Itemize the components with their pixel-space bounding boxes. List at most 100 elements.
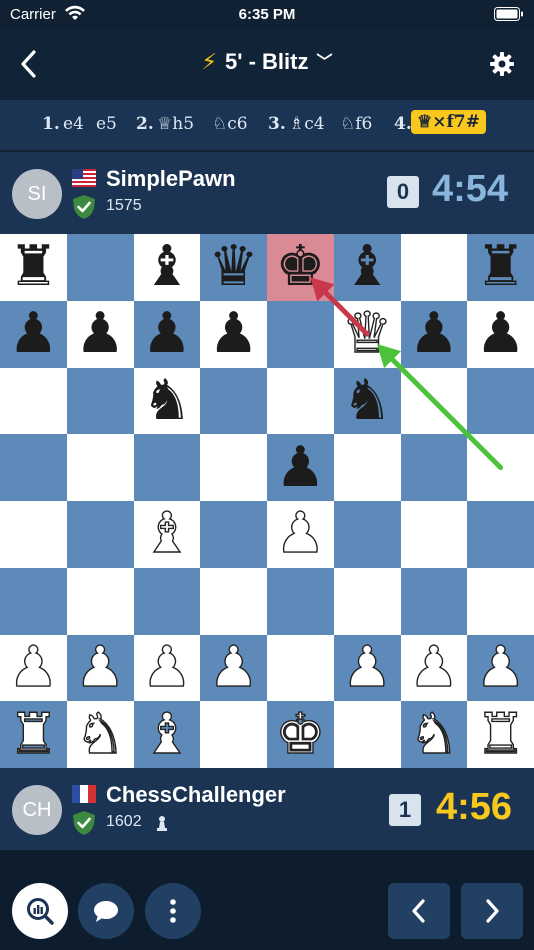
square-h7[interactable]: ♟ (467, 300, 534, 368)
white-rook-icon[interactable]: ♜ (8, 705, 60, 762)
square-b3[interactable] (66, 567, 134, 635)
square-h6[interactable] (467, 367, 534, 435)
black-rook-icon[interactable]: ♜ (476, 239, 526, 295)
square-h3[interactable] (467, 567, 534, 635)
square-c7[interactable]: ♟ (133, 300, 201, 368)
white-pawn-icon[interactable]: ♟ (275, 505, 327, 562)
move-item[interactable]: ♗c4 (289, 114, 325, 134)
square-e1[interactable]: ♚ (267, 701, 334, 768)
square-e6[interactable] (267, 367, 334, 435)
square-d7[interactable]: ♟ (200, 300, 267, 368)
black-knight-icon[interactable]: ♞ (142, 372, 192, 429)
square-a5[interactable] (0, 434, 67, 501)
white-pawn-icon[interactable]: ♟ (475, 639, 527, 696)
move-item[interactable]: ♕h5 (157, 114, 194, 134)
square-h4[interactable] (467, 501, 534, 568)
move-item[interactable]: e5 (96, 114, 117, 134)
square-g3[interactable] (400, 567, 468, 635)
square-g1[interactable]: ♞ (400, 701, 468, 768)
square-f5[interactable] (333, 434, 401, 501)
square-g2[interactable]: ♟ (400, 634, 468, 702)
square-b2[interactable]: ♟ (66, 634, 134, 702)
current-move[interactable]: ♕×f7# (411, 110, 486, 134)
white-pawn-icon[interactable]: ♟ (208, 639, 260, 696)
previous-move-button[interactable] (388, 883, 450, 939)
avatar[interactable]: SI (12, 169, 62, 219)
white-pawn-icon[interactable]: ♟ (74, 639, 126, 696)
square-h1[interactable]: ♜ (467, 701, 534, 768)
black-pawn-icon[interactable]: ♟ (409, 306, 459, 362)
square-f1[interactable] (333, 701, 401, 768)
white-bishop-icon[interactable]: ♝ (141, 705, 193, 762)
square-g5[interactable] (400, 434, 468, 501)
black-pawn-icon[interactable]: ♟ (209, 306, 259, 362)
move-item[interactable]: ♘f6 (340, 114, 372, 134)
square-b6[interactable] (66, 367, 134, 435)
white-rook-icon[interactable]: ♜ (475, 705, 527, 762)
square-a6[interactable] (0, 367, 67, 435)
more-button[interactable] (145, 883, 201, 939)
avatar[interactable]: CH (12, 785, 62, 835)
square-f3[interactable] (333, 567, 401, 635)
gear-icon[interactable] (488, 50, 516, 78)
next-move-button[interactable] (461, 883, 523, 939)
square-g7[interactable]: ♟ (400, 300, 468, 368)
square-g8[interactable] (400, 234, 468, 301)
square-b1[interactable]: ♞ (66, 701, 134, 768)
black-pawn-icon[interactable]: ♟ (8, 306, 58, 362)
square-h2[interactable]: ♟ (467, 634, 534, 702)
square-b8[interactable] (66, 234, 134, 301)
square-f2[interactable]: ♟ (333, 634, 401, 702)
black-pawn-icon[interactable]: ♟ (142, 306, 192, 362)
square-f7[interactable]: ♛ (333, 300, 401, 368)
black-rook-icon[interactable]: ♜ (8, 239, 58, 295)
square-a4[interactable] (0, 501, 67, 568)
square-e3[interactable] (267, 567, 334, 635)
square-e4[interactable]: ♟ (267, 501, 334, 568)
black-pawn-icon[interactable]: ♟ (75, 306, 125, 362)
square-c4[interactable]: ♝ (133, 501, 201, 568)
square-f6[interactable]: ♞ (333, 367, 401, 435)
square-c3[interactable] (133, 567, 201, 635)
square-d2[interactable]: ♟ (200, 634, 267, 702)
white-pawn-icon[interactable]: ♟ (141, 639, 193, 696)
square-d8[interactable]: ♛ (200, 234, 267, 301)
square-e2[interactable] (267, 634, 334, 702)
square-f4[interactable] (333, 501, 401, 568)
black-bishop-icon[interactable]: ♝ (142, 239, 192, 295)
black-queen-icon[interactable]: ♛ (209, 239, 259, 295)
square-a2[interactable]: ♟ (0, 634, 67, 702)
square-f8[interactable]: ♝ (333, 234, 401, 301)
black-pawn-icon[interactable]: ♟ (476, 306, 526, 362)
square-e5[interactable]: ♟ (267, 434, 334, 501)
square-c5[interactable] (133, 434, 201, 501)
square-d6[interactable] (200, 367, 267, 435)
square-h5[interactable] (467, 434, 534, 501)
move-item[interactable]: ♘c6 (212, 114, 248, 134)
chess-board[interactable]: ♜ ♝ ♛ ♚ ♝ ♜ ♟ ♟ ♟ ♟ ♛ ♟ ♟ ♞ ♞ ♟ ♝ ♟ ♟ ♟ ♟ ♟ ♟ ♟ ♟ ♜ ♞ ♝ ♚ ♞ ♜ (0, 234, 534, 768)
square-g4[interactable] (400, 501, 468, 568)
square-d3[interactable] (200, 567, 267, 635)
analysis-button[interactable] (12, 883, 68, 939)
white-knight-icon[interactable]: ♞ (74, 705, 126, 762)
black-pawn-icon[interactable]: ♟ (275, 439, 325, 496)
square-e7[interactable] (267, 300, 334, 368)
square-b4[interactable] (66, 501, 134, 568)
black-king-icon[interactable]: ♚ (275, 239, 325, 295)
square-a3[interactable] (0, 567, 67, 635)
black-knight-icon[interactable]: ♞ (342, 372, 392, 429)
white-pawn-icon[interactable]: ♟ (341, 639, 393, 696)
square-b5[interactable] (66, 434, 134, 501)
square-c1[interactable]: ♝ (133, 701, 201, 768)
black-bishop-icon[interactable]: ♝ (342, 239, 392, 295)
square-b7[interactable]: ♟ (66, 300, 134, 368)
white-knight-icon[interactable]: ♞ (408, 705, 460, 762)
white-pawn-icon[interactable]: ♟ (408, 639, 460, 696)
white-king-icon[interactable]: ♚ (275, 705, 327, 762)
white-bishop-icon[interactable]: ♝ (141, 505, 193, 562)
game-mode-selector[interactable]: ⚡ 5' - Blitz ﹀ (0, 48, 534, 75)
square-g6[interactable] (400, 367, 468, 435)
square-a1[interactable]: ♜ (0, 701, 67, 768)
square-c6[interactable]: ♞ (133, 367, 201, 435)
square-c2[interactable]: ♟ (133, 634, 201, 702)
